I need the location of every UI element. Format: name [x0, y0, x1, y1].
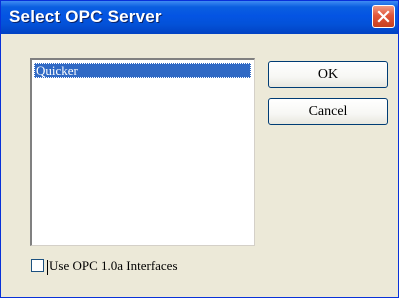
server-listbox[interactable]: Quicker — [30, 58, 255, 246]
select-opc-server-dialog: Select OPC Server Quicker OK Cancel Use … — [0, 0, 399, 298]
cancel-button[interactable]: Cancel — [268, 98, 388, 125]
use-opc10a-checkbox[interactable] — [31, 259, 44, 272]
close-button[interactable] — [372, 5, 395, 28]
list-item-quicker[interactable]: Quicker — [34, 63, 251, 78]
ok-button[interactable]: OK — [268, 61, 388, 88]
close-x-icon — [377, 10, 390, 23]
use-opc10a-label[interactable]: Use OPC 1.0a Interfaces — [49, 257, 178, 275]
dialog-title: Select OPC Server — [9, 7, 162, 26]
title-bar[interactable]: Select OPC Server — [1, 1, 398, 34]
focus-caret — [47, 260, 48, 275]
